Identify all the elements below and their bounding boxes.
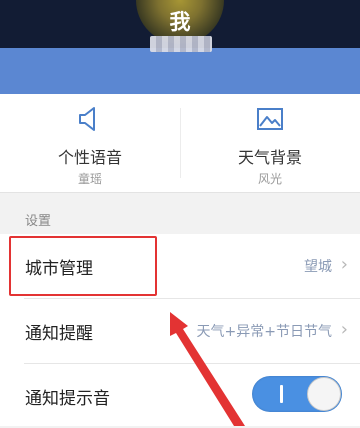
annotation-highlight-box xyxy=(9,236,157,296)
toggle-on-indicator xyxy=(280,385,283,403)
personal-voice-item[interactable]: 个性语音 童瑶 xyxy=(0,94,180,192)
weather-background-label: 天气背景 xyxy=(237,148,302,167)
notification-sound-label: 通知提示音 xyxy=(25,389,110,409)
profile-header: 我 xyxy=(0,0,360,94)
page-title: 我 xyxy=(169,10,191,34)
weather-background-value: 风光 xyxy=(257,172,282,186)
personal-voice-label: 个性语音 xyxy=(57,148,122,167)
chevron-right-icon: › xyxy=(340,319,348,340)
weather-background-item[interactable]: 天气背景 风光 xyxy=(180,94,360,192)
chevron-right-icon: › xyxy=(340,254,348,275)
feature-panel: 个性语音 童瑶 天气背景 风光 xyxy=(0,94,360,193)
notification-sound-toggle[interactable] xyxy=(252,376,342,412)
speaker-icon xyxy=(79,107,95,131)
image-icon xyxy=(257,108,283,130)
notification-reminder-row[interactable]: 通知提醒 天气+异常+节日节气 › xyxy=(0,299,360,363)
settings-section-title: 设置 xyxy=(25,214,52,229)
notification-reminder-label: 通知提醒 xyxy=(25,324,93,344)
feature-divider xyxy=(180,108,181,178)
personal-voice-value: 童瑶 xyxy=(77,172,102,186)
notification-reminder-value: 天气+异常+节日节气 xyxy=(196,324,332,340)
toggle-knob[interactable] xyxy=(307,377,341,411)
blurred-username xyxy=(150,36,212,52)
notification-sound-row: 通知提示音 xyxy=(0,364,360,428)
city-management-value: 望城 xyxy=(304,259,332,275)
